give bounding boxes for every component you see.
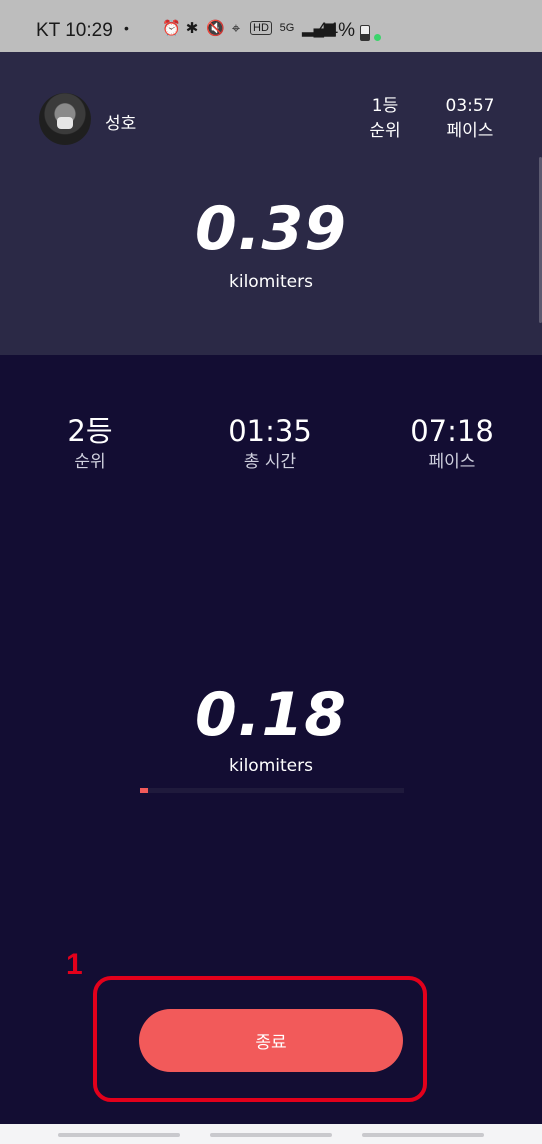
my-pace: 07:18 페이스 bbox=[382, 412, 522, 474]
hd-icon: HD bbox=[250, 21, 272, 35]
total-time: 01:35 총 시간 bbox=[200, 412, 340, 474]
opponent-panel: 성호 1등 순위 03:57 페이스 0.39 kilomiters bbox=[0, 52, 542, 355]
battery-icon bbox=[360, 25, 370, 41]
5g-icon: 5G bbox=[279, 22, 295, 34]
my-pace-value: 07:18 bbox=[410, 414, 494, 448]
opponent-rank: 1등 순위 bbox=[357, 94, 413, 144]
my-rank-label: 순위 bbox=[74, 452, 106, 472]
avatar[interactable] bbox=[39, 93, 91, 145]
total-time-label: 총 시간 bbox=[243, 452, 297, 472]
my-distance-unit: kilomiters bbox=[229, 756, 313, 776]
opponent-pace-value: 03:57 bbox=[445, 96, 495, 116]
opponent-distance-unit: kilomiters bbox=[229, 272, 313, 292]
opponent-distance: 0.39 bbox=[194, 194, 348, 264]
opponent-rank-label: 순위 bbox=[369, 121, 401, 141]
opponent-rank-value: 1등 bbox=[371, 96, 399, 116]
nav-recent-button[interactable] bbox=[58, 1133, 180, 1137]
status-icons: ⏰ ✱ 🔇 ⌖ HD 5G ▂▄▆ bbox=[162, 19, 336, 38]
end-button[interactable]: 종료 bbox=[139, 1009, 403, 1072]
total-time-value: 01:35 bbox=[228, 414, 312, 448]
my-rank: 2등 순위 bbox=[20, 412, 160, 474]
nav-back-button[interactable] bbox=[362, 1133, 484, 1137]
distance-progress-fill bbox=[140, 788, 148, 793]
nav-home-button[interactable] bbox=[210, 1133, 332, 1137]
system-nav-bar bbox=[0, 1124, 542, 1144]
my-rank-value: 2등 bbox=[67, 414, 113, 448]
signal-icon: ▂▄▆ bbox=[302, 20, 336, 37]
my-distance: 0.18 bbox=[194, 680, 348, 750]
battery-percent: 44% bbox=[317, 20, 356, 41]
opponent-name: 성호 bbox=[105, 114, 137, 134]
notification-dot: • bbox=[124, 20, 129, 36]
carrier-time: KT 10:29 bbox=[36, 20, 113, 41]
alarm-icon: ⏰ bbox=[162, 20, 181, 37]
my-pace-label: 페이스 bbox=[428, 452, 476, 472]
location-icon: ⌖ bbox=[231, 19, 241, 37]
bluetooth-icon: ✱ bbox=[185, 20, 199, 37]
distance-progress-bar bbox=[140, 788, 404, 793]
mute-icon: 🔇 bbox=[206, 20, 225, 37]
privacy-indicator-icon bbox=[374, 34, 381, 41]
opponent-pace-label: 페이스 bbox=[446, 121, 494, 141]
status-bar: KT 10:29 • ⏰ ✱ 🔇 ⌖ HD 5G ▂▄▆ 44% bbox=[0, 0, 542, 52]
opponent-pace: 03:57 페이스 bbox=[436, 94, 504, 144]
annotation-number: 1 bbox=[66, 948, 83, 981]
